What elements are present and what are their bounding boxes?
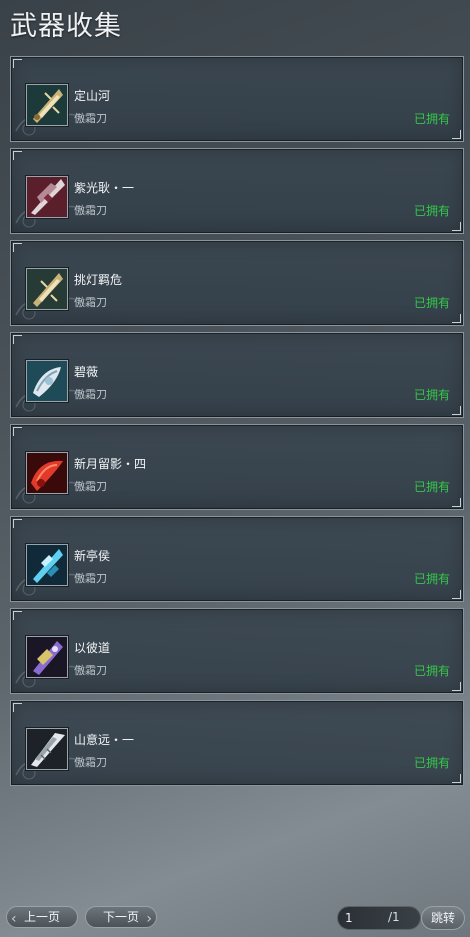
weapon-school: 傲霜刀 bbox=[74, 388, 107, 401]
golden-ornate-blade-icon bbox=[26, 84, 68, 126]
golden-ornate-blade-icon bbox=[26, 268, 68, 310]
prev-page-label: 上一页 bbox=[23, 910, 60, 924]
weapon-name: 碧薇 bbox=[74, 365, 99, 379]
owned-status: 已拥有 bbox=[413, 204, 450, 218]
weapon-card[interactable]: 新月留影・四 傲霜刀 已拥有 bbox=[10, 424, 464, 510]
weapon-card[interactable]: 紫光耿・一 傲霜刀 已拥有 bbox=[10, 148, 464, 234]
weapon-card[interactable]: 定山河 傲霜刀 已拥有 bbox=[10, 56, 464, 142]
weapon-school: 傲霜刀 bbox=[74, 572, 107, 585]
owned-status: 已拥有 bbox=[413, 664, 450, 678]
owned-status: 已拥有 bbox=[413, 296, 450, 310]
weapon-name: 挑灯羁危 bbox=[74, 273, 123, 287]
page-title: 武器收集 bbox=[10, 11, 122, 42]
weapon-name: 紫光耿・一 bbox=[74, 181, 135, 195]
weapon-name: 定山河 bbox=[74, 89, 111, 103]
next-page-button[interactable]: 下一页 › bbox=[85, 906, 157, 928]
page-total: /1 bbox=[388, 910, 400, 924]
weapon-school: 傲霜刀 bbox=[74, 112, 107, 125]
blue-crystal-blade-icon bbox=[26, 544, 68, 586]
chevron-right-icon: › bbox=[146, 911, 152, 927]
weapon-list: 定山河 傲霜刀 已拥有 紫光耿・一 傲霜刀 已拥有 挑灯羁危 傲霜刀 已拥有 碧… bbox=[10, 56, 464, 792]
page-number-input[interactable] bbox=[345, 910, 381, 926]
owned-status: 已拥有 bbox=[413, 112, 450, 126]
weapon-card[interactable]: 挑灯羁危 傲霜刀 已拥有 bbox=[10, 240, 464, 326]
jump-button[interactable]: 跳转 bbox=[421, 906, 465, 930]
weapon-name: 新亭侯 bbox=[74, 549, 111, 563]
crimson-silver-blade-icon bbox=[26, 176, 68, 218]
weapon-card[interactable]: 山意远・一 傲霜刀 已拥有 bbox=[10, 700, 464, 786]
weapon-name: 山意远・一 bbox=[74, 733, 135, 747]
owned-status: 已拥有 bbox=[413, 388, 450, 402]
owned-status: 已拥有 bbox=[413, 480, 450, 494]
weapon-school: 傲霜刀 bbox=[74, 296, 107, 309]
white-broad-blade-icon bbox=[26, 728, 68, 770]
silver-crest-blade-icon bbox=[26, 360, 68, 402]
weapon-school: 傲霜刀 bbox=[74, 756, 107, 769]
purple-dark-blade-icon bbox=[26, 636, 68, 678]
weapon-school: 傲霜刀 bbox=[74, 480, 107, 493]
chevron-left-icon: ‹ bbox=[11, 911, 17, 927]
weapon-name: 以彼道 bbox=[74, 641, 111, 655]
red-flame-blade-icon bbox=[26, 452, 68, 494]
weapon-name: 新月留影・四 bbox=[74, 457, 147, 471]
weapon-school: 傲霜刀 bbox=[74, 664, 107, 677]
weapon-school: 傲霜刀 bbox=[74, 204, 107, 217]
weapon-card[interactable]: 以彼道 傲霜刀 已拥有 bbox=[10, 608, 464, 694]
weapon-card[interactable]: 新亭侯 傲霜刀 已拥有 bbox=[10, 516, 464, 602]
owned-status: 已拥有 bbox=[413, 572, 450, 586]
prev-page-button[interactable]: ‹ 上一页 bbox=[6, 906, 78, 928]
weapon-card[interactable]: 碧薇 傲霜刀 已拥有 bbox=[10, 332, 464, 418]
owned-status: 已拥有 bbox=[413, 756, 450, 770]
next-page-label: 下一页 bbox=[102, 910, 139, 924]
